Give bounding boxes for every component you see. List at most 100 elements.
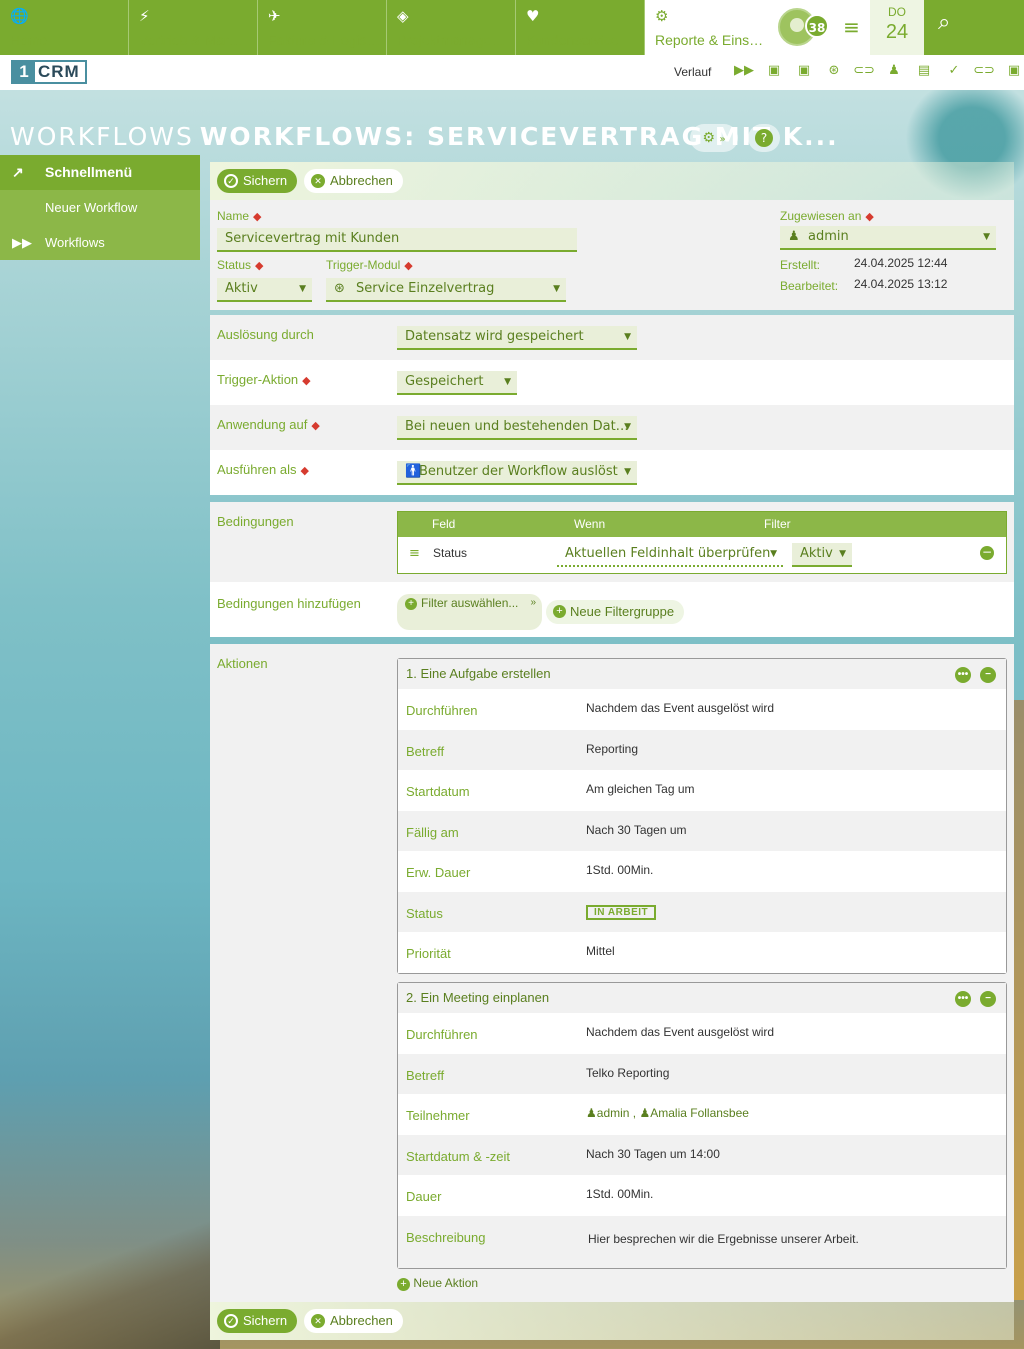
user-icon: ♟ bbox=[586, 1106, 597, 1120]
caret-down-icon: ▼ bbox=[983, 232, 990, 242]
trigger-action-row: Trigger-Aktion ◆ Gespeichert ▼ bbox=[210, 360, 1014, 405]
chevron-down-icon: » bbox=[719, 134, 726, 145]
list-item: Dauer 1Std. 00Min. bbox=[398, 1175, 1006, 1216]
filter-select[interactable]: + Filter auswählen... » bbox=[397, 594, 542, 630]
nav-home[interactable]: 🌐 Home bbox=[0, 0, 129, 55]
list-item: Status IN ARBEIT bbox=[398, 891, 1006, 932]
required-icon: ◆ bbox=[404, 260, 413, 272]
cancel-button[interactable]: ✕ Abbrechen bbox=[304, 1309, 403, 1333]
caret-down-icon: ▼ bbox=[624, 332, 631, 342]
hamburger-menu-icon[interactable]: ≡ bbox=[833, 0, 870, 55]
nav-kundenservice[interactable]: ♥ Kundenservice bbox=[516, 0, 645, 55]
remove-condition-icon[interactable]: − bbox=[980, 546, 994, 560]
ausfuehren-select[interactable]: 🚹 Benutzer der Workflow auslöst ▼ bbox=[397, 461, 637, 485]
help-button[interactable]: ? bbox=[748, 124, 780, 152]
ausloesung-select[interactable]: Datensatz wird gespeichert ▼ bbox=[397, 326, 637, 350]
close-icon: ✕ bbox=[311, 1314, 325, 1328]
lifebuoy-icon[interactable]: ⊛ bbox=[819, 63, 849, 78]
save-button[interactable]: ✓ Sichern bbox=[217, 169, 298, 193]
action-card-meeting: 2. Ein Meeting einplanen ••• − Durchführ… bbox=[397, 982, 1007, 1269]
remove-action-icon[interactable]: − bbox=[980, 991, 996, 1007]
caret-down-icon: ▼ bbox=[624, 467, 631, 477]
search-icon[interactable]: ⌕ bbox=[924, 0, 1024, 55]
new-action-link[interactable]: + Neue Aktion bbox=[397, 1276, 478, 1291]
required-icon: ◆ bbox=[865, 211, 874, 223]
heart-icon: ♥ bbox=[526, 7, 540, 25]
cancel-button[interactable]: ✕ Abbrechen bbox=[304, 169, 403, 193]
sidebar: ↗ Schnellmenü Neuer Workflow ▶▶ Workflow… bbox=[0, 155, 200, 260]
ticket-icon[interactable]: ▣ bbox=[999, 63, 1024, 78]
trigger-module-select[interactable]: ⊛ Service Einzelvertrag ▼ bbox=[326, 278, 566, 302]
participant-link[interactable]: Amalia Follansbee bbox=[650, 1106, 749, 1120]
check-icon: ✓ bbox=[224, 174, 238, 188]
gear-icon: ⚙ bbox=[702, 130, 715, 146]
main-panel: ✓ Sichern ✕ Abbrechen Name ◆ Servicevertrag… bbox=[210, 162, 1014, 1340]
question-icon: ? bbox=[755, 129, 773, 147]
required-icon: ◆ bbox=[255, 260, 264, 272]
link-icon[interactable]: ⊂⊃ bbox=[969, 63, 999, 78]
list-item: Betreff Telko Reporting bbox=[398, 1053, 1006, 1094]
fast-forward-icon[interactable]: ▶▶ bbox=[729, 63, 759, 78]
ausfuehren-row: Ausführen als ◆ 🚹 Benutzer der Workflow au… bbox=[210, 450, 1014, 495]
header-fields: Name ◆ Servicevertrag mit Kunden Zugewies… bbox=[210, 200, 1014, 310]
user-icon[interactable]: ♟ bbox=[879, 63, 909, 78]
gear-icon: ⚙ bbox=[655, 7, 669, 25]
calendar-date[interactable]: DO 24 bbox=[870, 0, 924, 55]
quick-icons: ▶▶ ▣ ▣ ⊛ ⊂⊃ ♟ ▤ ✓ ⊂⊃ ▣ bbox=[729, 63, 1024, 78]
nav-vertrieb[interactable]: ⚡ Vertrieb & Mar… bbox=[129, 0, 258, 55]
caret-down-icon: ▼ bbox=[504, 377, 511, 387]
user-icon: ♟ bbox=[788, 229, 800, 244]
more-options-icon[interactable]: ••• bbox=[955, 991, 971, 1007]
ticket-icon[interactable]: ▣ bbox=[789, 63, 819, 78]
required-icon: ◆ bbox=[253, 211, 262, 223]
lifebuoy-icon: ⊛ bbox=[334, 281, 345, 296]
close-icon: ✕ bbox=[311, 174, 325, 188]
check-circle-icon[interactable]: ✓ bbox=[939, 63, 969, 78]
user-menu[interactable]: 38 bbox=[775, 0, 833, 55]
bolt-icon: ⚡ bbox=[139, 7, 150, 25]
sidebar-item-workflows[interactable]: ▶▶ Workflows bbox=[0, 225, 200, 260]
name-field[interactable]: Servicevertrag mit Kunden bbox=[217, 228, 577, 252]
nav-reporte[interactable]: ⚙ Reporte & Eins… bbox=[645, 0, 775, 55]
save-button[interactable]: ✓ Sichern bbox=[217, 1309, 298, 1333]
required-icon: ◆ bbox=[302, 375, 311, 387]
plus-circle-icon: + bbox=[553, 605, 566, 618]
logo[interactable]: 1 CRM bbox=[11, 60, 87, 84]
list-item: Erw. Dauer 1Std. 00Min. bbox=[398, 851, 1006, 892]
cube-icon: ◈ bbox=[397, 7, 409, 25]
condition-operator-select[interactable]: Aktuellen Feldinhalt überprüfen ▼ bbox=[557, 543, 783, 567]
bottom-toolbar: ✓ Sichern ✕ Abbrechen bbox=[210, 1302, 1014, 1340]
participant-link[interactable]: admin bbox=[597, 1106, 630, 1120]
secondary-bar: 1 CRM Verlauf ▶▶ ▣ ▣ ⊛ ⊂⊃ ♟ ▤ ✓ ⊂⊃ ▣ bbox=[0, 55, 1024, 90]
settings-dropdown-button[interactable]: ⚙ » bbox=[690, 124, 738, 152]
link-icon[interactable]: ⊂⊃ bbox=[849, 63, 879, 78]
status-select[interactable]: Aktiv ▼ bbox=[217, 278, 312, 302]
ausloesung-row: Auslösung durch Datensatz wird gespeiche… bbox=[210, 315, 1014, 360]
conditions-table-header: Feld Wenn Filter bbox=[398, 512, 1006, 537]
anwendung-select[interactable]: Bei neuen und bestehenden Dat… ▼ bbox=[397, 416, 637, 440]
history-label[interactable]: Verlauf bbox=[674, 65, 711, 79]
more-options-icon[interactable]: ••• bbox=[955, 667, 971, 683]
modified-date: 24.04.2025 13:12 bbox=[854, 277, 948, 291]
nav-projektmanagement[interactable]: ◈ Projektmanage… bbox=[387, 0, 516, 55]
sidebar-header[interactable]: ↗ Schnellmenü bbox=[0, 155, 200, 190]
anwendung-row: Anwendung auf ◆ Bei neuen und bestehenden… bbox=[210, 405, 1014, 450]
add-conditions-row: Bedingungen hinzufügen + Filter auswähle… bbox=[210, 582, 1014, 637]
person-icon: 🚹 bbox=[405, 464, 422, 479]
check-icon: ✓ bbox=[224, 1314, 238, 1328]
list-item: Beschreibung Hier besprechen wir die Erge… bbox=[398, 1215, 1006, 1268]
condition-filter-select[interactable]: Aktiv ▼ bbox=[792, 543, 852, 567]
drag-handle-icon[interactable]: ≡ bbox=[409, 546, 420, 561]
nav-faktura[interactable]: ✈ Faktura & Logis… bbox=[258, 0, 387, 55]
sidebar-item-new-workflow[interactable]: Neuer Workflow bbox=[0, 190, 200, 225]
ticket-icon[interactable]: ▣ bbox=[759, 63, 789, 78]
assigned-user-select[interactable]: ♟ admin ▼ bbox=[780, 226, 996, 250]
table-row: ≡ Status Aktuellen Feldinhalt überprüfen… bbox=[398, 537, 1006, 573]
list-item: Priorität Mittel bbox=[398, 932, 1006, 973]
new-filter-group-button[interactable]: + Neue Filtergruppe bbox=[546, 600, 685, 624]
caret-down-icon: ▼ bbox=[624, 422, 631, 432]
book-icon[interactable]: ▤ bbox=[909, 63, 939, 78]
trigger-action-select[interactable]: Gespeichert ▼ bbox=[397, 371, 517, 395]
remove-action-icon[interactable]: − bbox=[980, 667, 996, 683]
top-toolbar: ✓ Sichern ✕ Abbrechen bbox=[210, 162, 1014, 200]
